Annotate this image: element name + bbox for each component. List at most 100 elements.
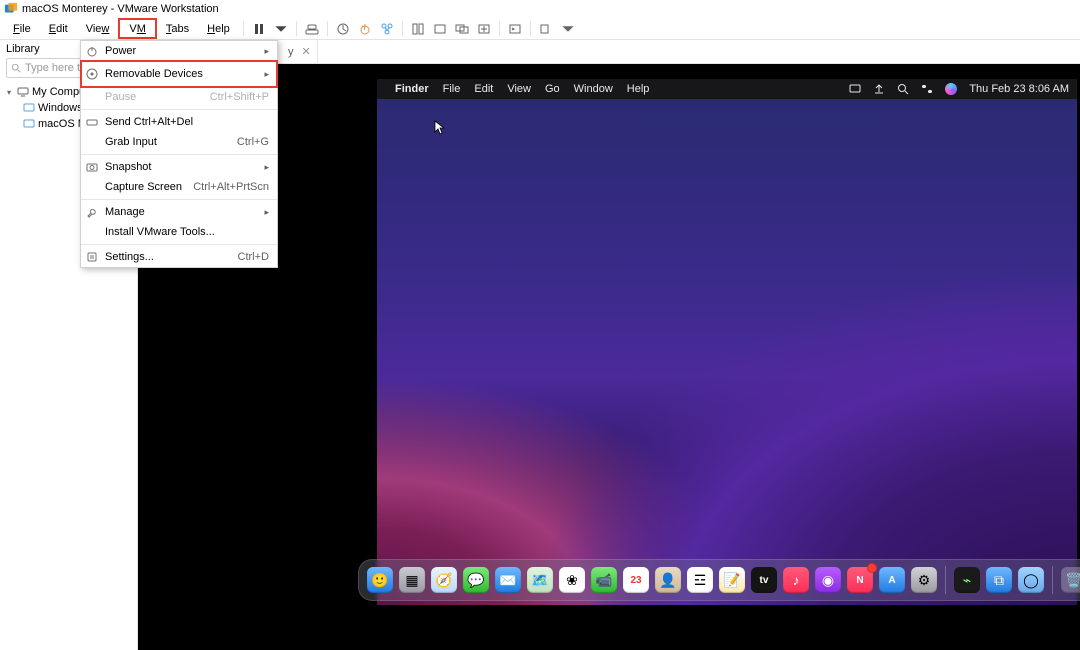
mac-dock: 🙂▦🧭💬✉️🗺️❀📹23👤☲📝tv♪◉NA⚙︎ ⌁⧉◯ 🗑️ [358, 559, 1080, 601]
guest-tab-label: y [288, 46, 294, 58]
dock-app-reminders[interactable]: ☲ [687, 567, 713, 593]
dock-app-news[interactable]: N [847, 567, 873, 593]
app-menubar: File Edit View VM Tabs Help [0, 18, 1080, 40]
mac-app-name[interactable]: Finder [395, 83, 429, 95]
dock-app-appstore[interactable]: A [879, 567, 905, 593]
dock-app-facetime[interactable]: 📹 [591, 567, 617, 593]
dock-app-launchpad[interactable]: ▦ [399, 567, 425, 593]
menu-edit[interactable]: Edit [40, 18, 77, 39]
menu-vm[interactable]: VM [118, 18, 157, 39]
submenu-arrow-icon: ▸ [264, 162, 277, 173]
dock-app-screenshot[interactable]: ⧉ [986, 567, 1012, 593]
menu-settings[interactable]: Settings... Ctrl+D [81, 247, 277, 267]
toolbar-divider [499, 21, 500, 36]
menu-snapshot[interactable]: Snapshot ▸ [81, 157, 277, 177]
menu-grab-input[interactable]: Grab Input Ctrl+G [81, 132, 277, 152]
mac-wallpaper [377, 99, 1077, 605]
revert-snapshot-icon[interactable] [354, 18, 376, 39]
badge-icon [867, 563, 877, 573]
mac-menu-window[interactable]: Window [574, 83, 613, 95]
unity-icon[interactable] [451, 18, 473, 39]
fullscreen-icon[interactable] [429, 18, 451, 39]
mac-menu-view[interactable]: View [507, 83, 531, 95]
dock-app-contacts[interactable]: 👤 [655, 567, 681, 593]
window-title: macOS Monterey - VMware Workstation [22, 3, 219, 15]
toolbar-divider [327, 21, 328, 36]
keyboard-icon [81, 116, 103, 128]
dock-app-unknown[interactable]: ◯ [1018, 567, 1044, 593]
fit-guest-icon[interactable] [407, 18, 429, 39]
twisty-icon[interactable]: ▾ [4, 88, 14, 97]
manage-snapshots-icon[interactable] [376, 18, 398, 39]
search-icon [11, 63, 21, 73]
send-cad-icon[interactable] [301, 18, 323, 39]
upload-icon[interactable] [873, 83, 885, 95]
dock-app-trash[interactable]: 🗑️ [1061, 567, 1080, 593]
tab-close-icon[interactable]: ✕ [302, 45, 311, 58]
settings-icon [81, 251, 103, 263]
siri-icon[interactable] [945, 83, 957, 95]
guest-desktop[interactable]: Finder File Edit View Go Window Help Thu… [377, 79, 1077, 605]
menu-install-tools[interactable]: Install VMware Tools... [81, 222, 277, 242]
dock-app-activity[interactable]: ⌁ [954, 567, 980, 593]
menu-removable-devices[interactable]: Removable Devices ▸ [81, 61, 277, 87]
dock-app-notes[interactable]: 📝 [719, 567, 745, 593]
mac-menu-help[interactable]: Help [627, 83, 650, 95]
dock-app-tv[interactable]: tv [751, 567, 777, 593]
dock-separator [1052, 566, 1053, 594]
dock-separator [945, 566, 946, 594]
dock-app-podcasts[interactable]: ◉ [815, 567, 841, 593]
screen-mirror-icon[interactable] [849, 83, 861, 95]
vm-dropdown-menu: Power ▸ Removable Devices ▸ Pause Ctrl+S… [80, 40, 278, 268]
console-icon[interactable] [504, 18, 526, 39]
menu-separator [81, 244, 277, 245]
guest-tab[interactable]: y ✕ [278, 40, 318, 63]
vm-icon [22, 118, 36, 130]
dock-app-finder[interactable]: 🙂 [367, 567, 393, 593]
snapshot-icon [81, 161, 103, 173]
menu-file[interactable]: File [4, 18, 40, 39]
dock-app-settings[interactable]: ⚙︎ [911, 567, 937, 593]
view-mode-dropdown-icon[interactable] [557, 18, 579, 39]
dock-app-calendar[interactable]: 23 [623, 567, 649, 593]
submenu-arrow-icon: ▸ [264, 69, 277, 80]
computer-icon [16, 86, 30, 98]
wrench-icon [81, 206, 103, 218]
toolbar-divider [296, 21, 297, 36]
snapshot-icon[interactable] [332, 18, 354, 39]
toolbar-divider [530, 21, 531, 36]
vm-icon [22, 102, 36, 114]
dock-app-music[interactable]: ♪ [783, 567, 809, 593]
spotlight-icon[interactable] [897, 83, 909, 95]
menu-pause: Pause Ctrl+Shift+P [81, 87, 277, 107]
mac-menu-go[interactable]: Go [545, 83, 560, 95]
dock-app-safari[interactable]: 🧭 [431, 567, 457, 593]
control-center-icon[interactable] [921, 83, 933, 95]
menu-separator [81, 109, 277, 110]
menu-send-cad[interactable]: Send Ctrl+Alt+Del [81, 112, 277, 132]
stretch-icon[interactable] [473, 18, 495, 39]
menu-view[interactable]: View [77, 18, 119, 39]
menu-manage[interactable]: Manage ▸ [81, 202, 277, 222]
submenu-arrow-icon: ▸ [264, 46, 277, 57]
toolbar-divider [402, 21, 403, 36]
menu-power[interactable]: Power ▸ [81, 41, 277, 61]
power-dropdown-icon[interactable] [270, 18, 292, 39]
menu-help[interactable]: Help [198, 18, 239, 39]
dock-app-mail[interactable]: ✉️ [495, 567, 521, 593]
view-mode-icon[interactable] [535, 18, 557, 39]
menu-separator [81, 199, 277, 200]
dock-app-messages[interactable]: 💬 [463, 567, 489, 593]
pause-icon[interactable] [248, 18, 270, 39]
menu-separator [81, 154, 277, 155]
dock-app-maps[interactable]: 🗺️ [527, 567, 553, 593]
dock-app-photos[interactable]: ❀ [559, 567, 585, 593]
menu-tabs[interactable]: Tabs [157, 18, 198, 39]
mac-menu-file[interactable]: File [443, 83, 461, 95]
devices-icon [81, 68, 103, 80]
guest-tabbar: y ✕ [138, 40, 1080, 64]
submenu-arrow-icon: ▸ [264, 207, 277, 218]
mac-clock[interactable]: Thu Feb 23 8:06 AM [969, 83, 1069, 95]
menu-capture-screen[interactable]: Capture Screen Ctrl+Alt+PrtScn [81, 177, 277, 197]
mac-menu-edit[interactable]: Edit [474, 83, 493, 95]
